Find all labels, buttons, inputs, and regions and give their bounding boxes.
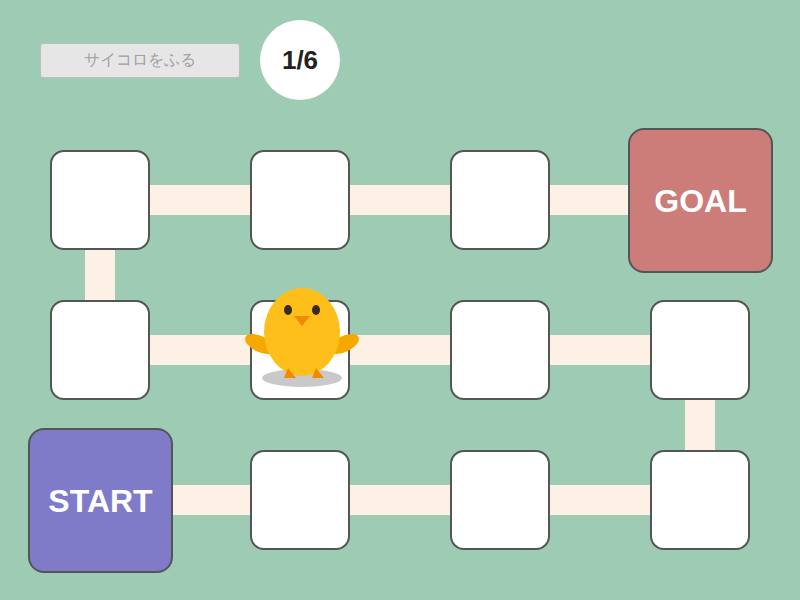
board: START GOAL	[0, 0, 800, 600]
blank-cell	[650, 300, 750, 400]
start-cell: START	[28, 428, 173, 573]
blank-cell	[450, 300, 550, 400]
blank-cell	[250, 450, 350, 550]
blank-cell	[650, 450, 750, 550]
goal-cell: GOAL	[628, 128, 773, 273]
dice-result: 1/6	[260, 20, 340, 100]
top-bar: サイコロをふる 1/6	[40, 20, 340, 100]
blank-cell	[250, 150, 350, 250]
blank-cell	[250, 300, 350, 400]
chick-icon	[240, 268, 364, 392]
game-screen: サイコロをふる 1/6 START GOAL	[0, 0, 800, 600]
blank-cell	[450, 450, 550, 550]
blank-cell	[50, 300, 150, 400]
dice-button[interactable]: サイコロをふる	[40, 43, 240, 78]
blank-cell	[450, 150, 550, 250]
blank-cell	[50, 150, 150, 250]
